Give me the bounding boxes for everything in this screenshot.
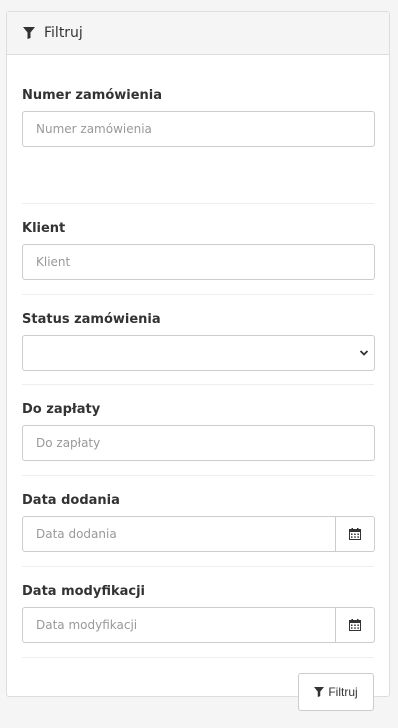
chevron-down-icon: [359, 350, 369, 356]
date-added-input[interactable]: [22, 516, 336, 552]
date-modified-input-group: [22, 607, 375, 643]
filter-panel: Filtruj Numer zamówienia Klient Status z…: [6, 11, 390, 711]
order-status-label: Status zamówienia: [22, 312, 161, 327]
client-group: Klient: [22, 203, 375, 294]
calendar-icon: [349, 619, 361, 631]
order-status-select[interactable]: [22, 335, 375, 371]
panel-footer: Filtruj: [22, 657, 374, 728]
panel-title: Filtruj: [44, 25, 83, 41]
client-input[interactable]: [22, 244, 375, 280]
date-modified-input[interactable]: [22, 607, 336, 643]
date-added-label: Data dodania: [22, 493, 120, 508]
order-status-group: Status zamówienia: [22, 294, 375, 384]
panel-heading: Filtruj: [7, 12, 389, 55]
to-pay-input[interactable]: [22, 425, 375, 461]
order-number-input[interactable]: [22, 111, 375, 147]
order-number-label: Numer zamówienia: [22, 88, 163, 103]
to-pay-label: Do zapłaty: [22, 402, 101, 417]
to-pay-group: Do zapłaty: [22, 384, 375, 475]
panel-body: Numer zamówienia Klient Status zamówieni…: [7, 55, 389, 728]
filter-icon: [23, 27, 35, 39]
date-modified-label: Data modyfikacji: [22, 584, 146, 599]
date-modified-group: Data modyfikacji: [22, 566, 375, 657]
date-added-group: Data dodania: [22, 475, 375, 566]
filter-icon: [314, 687, 325, 697]
client-label: Klient: [22, 221, 66, 236]
date-modified-calendar-button[interactable]: [336, 607, 375, 643]
filter-button[interactable]: Filtruj: [298, 673, 374, 711]
date-added-calendar-button[interactable]: [336, 516, 375, 552]
date-added-input-group: [22, 516, 375, 552]
calendar-icon: [349, 528, 361, 540]
order-number-group: Numer zamówienia: [22, 87, 375, 203]
filter-button-label: Filtruj: [328, 685, 358, 699]
